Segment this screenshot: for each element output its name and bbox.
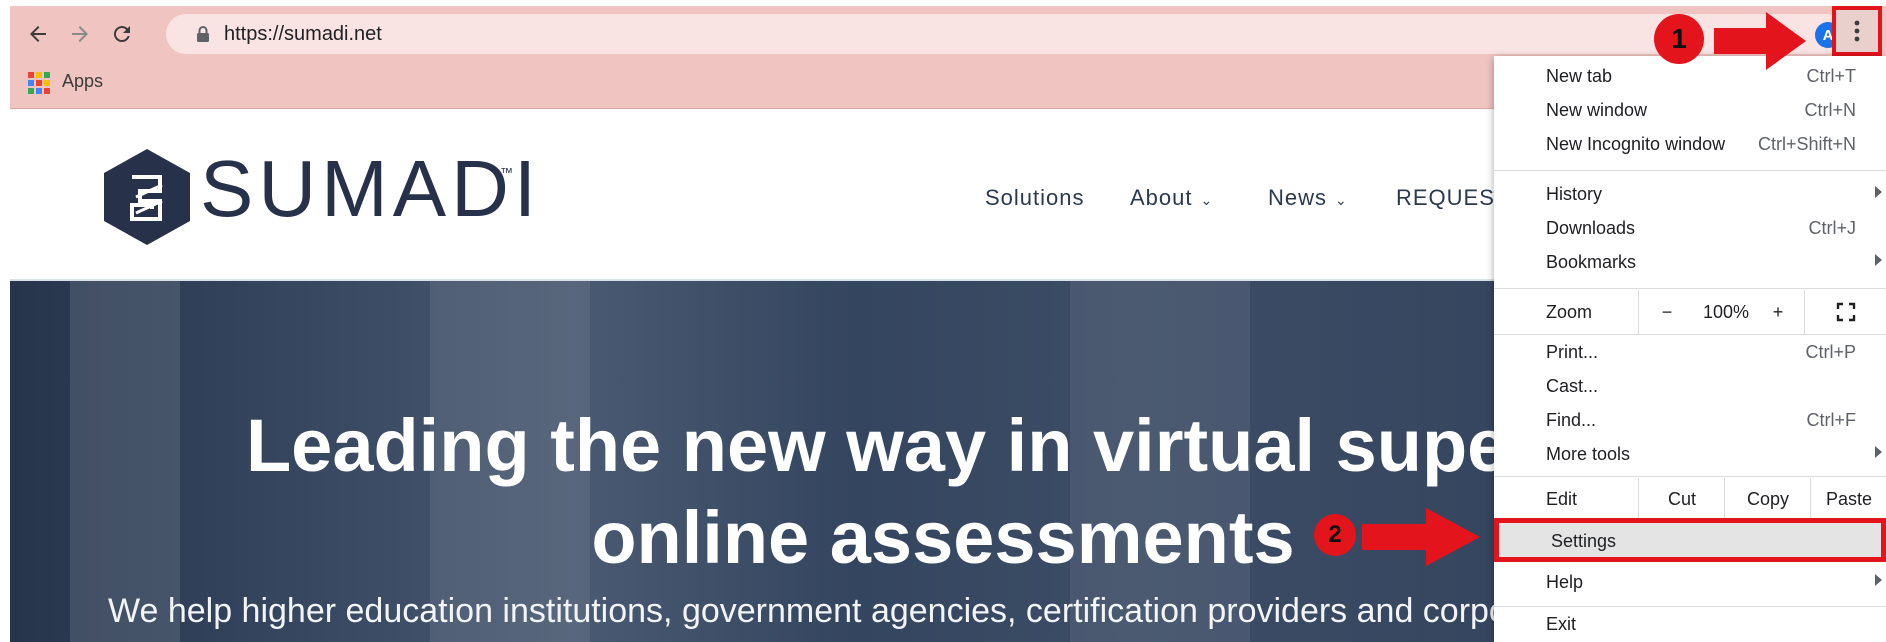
cut-button[interactable]: Cut [1638, 478, 1725, 520]
nav-request-label: REQUEST [1396, 185, 1510, 210]
apps-grid-icon[interactable] [28, 72, 50, 94]
nav-solutions[interactable]: Solutions [985, 185, 1085, 211]
step-1-badge: 1 [1654, 14, 1704, 64]
nav-news-label: News [1268, 185, 1328, 210]
forward-arrow-icon [72, 26, 88, 42]
menu-shortcut: Ctrl+T [1806, 66, 1857, 86]
step-2-arrow-icon [1362, 508, 1480, 566]
menu-item-more-tools[interactable]: More tools [1494, 438, 1886, 472]
reload-button[interactable] [104, 16, 140, 52]
step-2-badge: 2 [1314, 514, 1356, 556]
menu-item-downloads[interactable]: Downloads Ctrl+J [1494, 212, 1886, 246]
zoom-label: Zoom [1546, 302, 1593, 322]
fullscreen-button[interactable] [1804, 290, 1886, 334]
submenu-arrow-icon [1875, 446, 1882, 458]
zoom-out-button[interactable]: − [1638, 290, 1695, 334]
forward-button[interactable] [62, 16, 98, 52]
menu-item-help[interactable]: Help [1494, 566, 1886, 600]
menu-zoom-row: Zoom − 100% + [1494, 290, 1886, 334]
menu-edit-row: Edit Cut Copy Paste [1494, 478, 1886, 520]
submenu-arrow-icon [1875, 254, 1882, 266]
edit-label: Edit [1546, 489, 1578, 509]
menu-item-print[interactable]: Print... Ctrl+P [1494, 336, 1886, 370]
browser-toolbar: https://sumadi.net A [10, 6, 1886, 62]
menu-shortcut: Ctrl+P [1805, 342, 1856, 362]
submenu-arrow-icon [1875, 574, 1882, 586]
menu-separator [1494, 334, 1886, 335]
copy-button[interactable]: Copy [1724, 478, 1811, 520]
paste-button[interactable]: Paste [1810, 478, 1886, 520]
menu-item-settings[interactable]: Settings [1494, 518, 1886, 562]
apps-bookmark[interactable]: Apps [62, 71, 103, 92]
nav-about[interactable]: About ⌄ [1130, 185, 1213, 211]
menu-item-label: Print... [1546, 342, 1599, 362]
menu-separator [1494, 288, 1886, 289]
logo-trademark: ™ [500, 165, 513, 180]
menu-item-new-incognito[interactable]: New Incognito window Ctrl+Shift+N [1494, 128, 1886, 162]
menu-separator [1494, 606, 1886, 607]
sumadi-logo-icon[interactable] [102, 147, 192, 247]
reload-icon [113, 26, 130, 43]
chevron-down-icon: ⌄ [1335, 192, 1348, 208]
browser-window: https://sumadi.net A Apps SUMADI ™ Solut… [0, 0, 1886, 642]
chevron-down-icon: ⌄ [1200, 192, 1214, 208]
kebab-menu-icon [1854, 20, 1860, 42]
menu-item-label: New tab [1546, 66, 1613, 86]
logo-wordmark[interactable]: SUMADI [200, 149, 541, 229]
step-1-arrow-icon [1714, 12, 1806, 70]
menu-item-new-tab[interactable]: New tab Ctrl+T [1494, 60, 1886, 94]
lock-icon [197, 26, 209, 42]
back-arrow-icon [30, 26, 46, 42]
nav-request[interactable]: REQUEST [1396, 185, 1509, 211]
menu-item-label: Settings [1551, 531, 1617, 551]
menu-item-label: New Incognito window [1546, 134, 1726, 154]
fullscreen-icon [1836, 302, 1856, 322]
menu-item-label: Cast... [1546, 376, 1599, 396]
nav-about-label: About [1130, 185, 1193, 210]
menu-separator [1494, 170, 1886, 171]
menu-item-find[interactable]: Find... Ctrl+F [1494, 404, 1886, 438]
menu-separator [1494, 476, 1886, 477]
menu-item-label: Downloads [1546, 218, 1636, 238]
hero-subtext: We help higher education institutions, g… [108, 592, 1508, 630]
menu-item-label: More tools [1546, 444, 1631, 464]
zoom-in-button[interactable]: + [1758, 290, 1798, 334]
menu-item-cast[interactable]: Cast... [1494, 370, 1886, 404]
menu-item-label: Exit [1546, 614, 1577, 634]
url-text: https://sumadi.net [224, 23, 382, 45]
menu-item-new-window[interactable]: New window Ctrl+N [1494, 94, 1886, 128]
back-button[interactable] [20, 16, 56, 52]
menu-item-label: History [1546, 184, 1603, 204]
menu-shortcut: Ctrl+Shift+N [1757, 134, 1856, 154]
nav-news[interactable]: News ⌄ [1268, 185, 1348, 211]
menu-item-history[interactable]: History [1494, 178, 1886, 212]
address-bar[interactable]: https://sumadi.net [166, 14, 1846, 54]
menu-shortcut: Ctrl+F [1806, 410, 1857, 430]
menu-item-label: New window [1546, 100, 1648, 120]
chrome-menu-button[interactable] [1832, 6, 1882, 56]
zoom-level: 100% [1702, 301, 1750, 322]
menu-shortcut: Ctrl+J [1808, 218, 1856, 238]
nav-solutions-label: Solutions [985, 185, 1085, 210]
menu-item-bookmarks[interactable]: Bookmarks [1494, 246, 1886, 280]
menu-shortcut: Ctrl+N [1804, 100, 1856, 120]
menu-item-exit[interactable]: Exit [1494, 608, 1886, 642]
menu-item-label: Help [1546, 572, 1584, 592]
submenu-arrow-icon [1875, 186, 1882, 198]
menu-item-label: Find... [1546, 410, 1597, 430]
menu-item-label: Bookmarks [1546, 252, 1637, 272]
